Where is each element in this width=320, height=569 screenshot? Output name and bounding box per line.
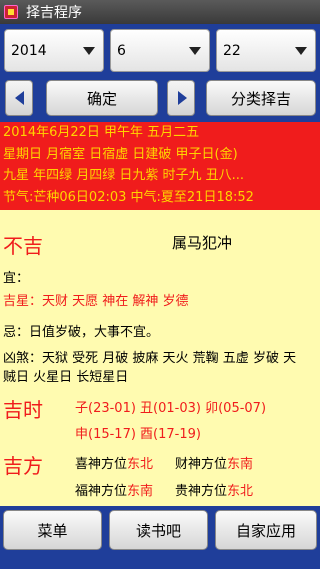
- chevron-down-icon: [295, 47, 307, 55]
- my-apps-button[interactable]: 自家应用: [215, 510, 317, 550]
- month-value: 6: [117, 42, 126, 59]
- xishen-row: 喜神方位东北: [75, 453, 153, 472]
- arrow-left-icon: [15, 91, 24, 105]
- ji-value: 日值岁破，大事不宜。: [29, 325, 160, 340]
- year-select[interactable]: 2014: [4, 29, 104, 72]
- yi-label: 宜：: [3, 271, 30, 286]
- guishen-row: 贵神方位东北: [175, 480, 253, 499]
- jishi-line1: 子(23-01) 丑(01-03) 卯(05-07): [75, 401, 267, 416]
- xiongsha-label: 凶煞：: [3, 351, 43, 366]
- clash-text: 属马犯冲: [172, 234, 233, 252]
- bottom-nav: 菜单 读书吧 自家应用: [0, 506, 320, 569]
- date-info-line1: 2014年6月22日 甲午年 五月二五: [3, 125, 200, 140]
- guishen-label: 贵神方位: [175, 484, 228, 499]
- fushen-label: 福神方位: [75, 484, 128, 499]
- caishen-label: 财神方位: [175, 457, 228, 472]
- control-panel: 2014 6 22 确定 分类择吉: [0, 24, 320, 122]
- reading-button[interactable]: 读书吧: [109, 510, 208, 550]
- xishen-label: 喜神方位: [75, 457, 128, 472]
- chevron-down-icon: [83, 47, 95, 55]
- year-value: 2014: [11, 42, 47, 59]
- verdict-label: 不吉: [3, 234, 43, 258]
- jifang-label: 吉方: [3, 454, 43, 478]
- menu-button[interactable]: 菜单: [3, 510, 102, 550]
- month-select[interactable]: 6: [110, 29, 210, 72]
- classify-select-button[interactable]: 分类择吉: [206, 80, 316, 116]
- next-day-button[interactable]: [167, 80, 195, 116]
- jishen-row: 吉星：天财 天愿 神在 解神 岁德: [3, 290, 189, 309]
- chevron-down-icon: [189, 47, 201, 55]
- fushen-value: 东南: [127, 484, 154, 499]
- jishen-value: 天财 天愿 神在 解神 岁德: [42, 294, 189, 309]
- date-info-line3: 九星 年四绿 月四绿 日九紫 时子九 丑八...: [3, 168, 245, 183]
- xiongsha-row: 凶煞：天狱 受死 月破 披麻 天火 荒鞠 五虚 岁破 天: [3, 347, 296, 366]
- confirm-button[interactable]: 确定: [46, 80, 158, 116]
- jishen-label: 吉星：: [3, 294, 43, 309]
- caishen-value: 东南: [227, 457, 254, 472]
- day-select[interactable]: 22: [216, 29, 316, 72]
- day-detail-panel: 不吉 属马犯冲 宜： 吉星：天财 天愿 神在 解神 岁德 忌：日值岁破，大事不宜…: [0, 210, 320, 506]
- xiongsha-line1: 天狱 受死 月破 披麻 天火 荒鞠 五虚 岁破 天: [42, 351, 297, 366]
- arrow-right-icon: [178, 91, 187, 105]
- app-logo-icon: [4, 5, 18, 19]
- app-title: 择吉程序: [26, 5, 82, 21]
- jishi-label: 吉时: [3, 398, 43, 422]
- jishi-line2: 申(15-17) 酉(17-19): [75, 427, 201, 442]
- xishen-value: 东北: [127, 457, 154, 472]
- ji-row: 忌：日值岁破，大事不宜。: [3, 321, 159, 340]
- date-info-line4: 节气:芒种06日02:03 中气:夏至21日18:52: [3, 189, 254, 205]
- ji-label: 忌：: [3, 325, 30, 340]
- guishen-value: 东北: [227, 484, 254, 499]
- title-bar: 择吉程序: [0, 0, 320, 24]
- day-value: 22: [223, 42, 241, 59]
- date-info-line2: 星期日 月宿室 日宿虚 日建破 甲子日(金): [3, 146, 238, 162]
- previous-day-button[interactable]: [5, 80, 33, 116]
- fushen-row: 福神方位东南: [75, 480, 153, 499]
- xiongsha-line2: 贼日 火星日 长短星日: [3, 370, 129, 385]
- caishen-row: 财神方位东南: [175, 453, 253, 472]
- date-info-box: 2014年6月22日 甲午年 五月二五 星期日 月宿室 日宿虚 日建破 甲子日(…: [0, 122, 320, 210]
